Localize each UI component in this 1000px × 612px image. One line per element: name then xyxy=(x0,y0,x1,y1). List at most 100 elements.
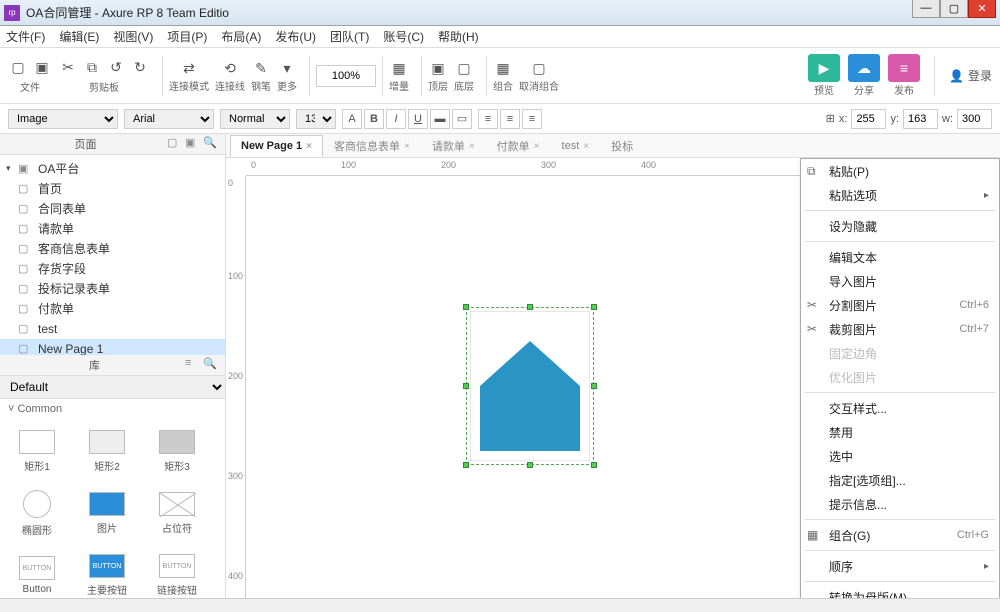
add-page-icon[interactable]: ▢ xyxy=(167,136,183,152)
library-grid: 矩形1 矩形2 矩形3 椭圆形 图片 占位符 BUTTONButton BUTT… xyxy=(0,419,225,598)
context-menu-item[interactable]: ✂分割图片Ctrl+6 xyxy=(801,293,999,317)
menu-team[interactable]: 团队(T) xyxy=(330,28,369,45)
context-menu-item[interactable]: ▦组合(G)Ctrl+G xyxy=(801,523,999,547)
file-icon[interactable]: ▣ xyxy=(32,57,52,77)
border-button[interactable]: ▭ xyxy=(452,109,472,129)
context-menu-item[interactable]: 提示信息... xyxy=(801,492,999,516)
widget-type-select[interactable]: Image xyxy=(8,109,118,129)
lib-image[interactable]: 图片 xyxy=(74,485,140,543)
context-menu-item[interactable]: ✂裁剪图片Ctrl+7 xyxy=(801,317,999,341)
context-menu-item[interactable]: 转换为母版(M) xyxy=(801,585,999,598)
undo-icon[interactable]: ↺ xyxy=(106,57,126,77)
lib-rect3[interactable]: 矩形3 xyxy=(144,423,210,481)
tree-item[interactable]: ▢合同表单 xyxy=(0,199,225,219)
tab[interactable]: test× xyxy=(551,135,601,157)
menu-help[interactable]: 帮助(H) xyxy=(438,28,479,45)
ungroup-icon[interactable]: ▢ xyxy=(529,58,549,78)
align-right-button[interactable]: ≡ xyxy=(522,109,542,129)
pages-panel-header: 页面 ▢ ▣ 🔍 xyxy=(0,134,225,155)
context-menu-item[interactable]: 指定[选项组]... xyxy=(801,468,999,492)
tab[interactable]: 客商信息表单× xyxy=(323,135,421,157)
tree-item[interactable]: ▢付款单 xyxy=(0,299,225,319)
share-button[interactable]: ☁ xyxy=(848,54,880,82)
selected-image-widget[interactable] xyxy=(470,311,590,461)
context-menu-item[interactable]: 交互样式... xyxy=(801,396,999,420)
context-menu-item[interactable]: 选中 xyxy=(801,444,999,468)
tree-item[interactable]: ▢客商信息表单 xyxy=(0,239,225,259)
y-input[interactable] xyxy=(903,109,938,129)
search-icon[interactable]: 🔍 xyxy=(203,136,219,152)
close-button[interactable]: ✕ xyxy=(968,0,996,18)
maximize-button[interactable]: ▢ xyxy=(940,0,968,18)
size-select[interactable]: 13 xyxy=(296,109,336,129)
minimize-button[interactable]: — xyxy=(912,0,940,18)
lib-ellipse[interactable]: 椭圆形 xyxy=(4,485,70,543)
menu-project[interactable]: 项目(P) xyxy=(167,28,207,45)
redo-icon[interactable]: ↻ xyxy=(130,57,150,77)
menu-file[interactable]: 文件(F) xyxy=(6,28,45,45)
context-menu-item[interactable]: 粘贴选项▸ xyxy=(801,183,999,207)
context-menu-item[interactable]: 顺序▸ xyxy=(801,554,999,578)
pen-icon[interactable]: ✎ xyxy=(251,58,271,78)
copy-icon[interactable]: ⧉ xyxy=(82,57,102,77)
context-menu-item[interactable]: 禁用 xyxy=(801,420,999,444)
cut-icon[interactable]: ✂ xyxy=(58,57,78,77)
weight-select[interactable]: Normal xyxy=(220,109,290,129)
menu-publish[interactable]: 发布(U) xyxy=(275,28,316,45)
library-select[interactable]: Default xyxy=(0,376,225,398)
back-icon[interactable]: ▢ xyxy=(454,58,474,78)
context-menu-item[interactable]: 设为隐藏 xyxy=(801,214,999,238)
lib-link-button[interactable]: BUTTON链接按钮 xyxy=(144,547,210,598)
tree-item[interactable]: ▢投标记录表单 xyxy=(0,279,225,299)
menu-edit[interactable]: 编辑(E) xyxy=(59,28,99,45)
underline-button[interactable]: U xyxy=(408,109,428,129)
connector-icon[interactable]: ⟲ xyxy=(220,58,240,78)
menu-view[interactable]: 视图(V) xyxy=(113,28,153,45)
x-input[interactable] xyxy=(851,109,886,129)
lib-menu-icon[interactable]: ≡ xyxy=(185,357,201,373)
login-button[interactable]: 👤登录 xyxy=(949,67,992,84)
lib-button[interactable]: BUTTONButton xyxy=(4,547,70,598)
color-button[interactable]: A xyxy=(342,109,362,129)
fill-button[interactable]: ▬ xyxy=(430,109,450,129)
font-select[interactable]: Arial xyxy=(124,109,214,129)
file-icon[interactable]: ▢ xyxy=(8,57,28,77)
publish-button[interactable]: ≡ xyxy=(888,54,920,82)
bold-button[interactable]: B xyxy=(364,109,384,129)
tab[interactable]: 付款单× xyxy=(486,135,551,157)
front-icon[interactable]: ▣ xyxy=(428,58,448,78)
context-menu-item[interactable]: 编辑文本 xyxy=(801,245,999,269)
close-icon[interactable]: × xyxy=(306,141,312,152)
align-center-button[interactable]: ≡ xyxy=(500,109,520,129)
tab[interactable]: 请款单× xyxy=(421,135,486,157)
menu-account[interactable]: 账号(C) xyxy=(383,28,424,45)
menu-layout[interactable]: 布局(A) xyxy=(221,28,261,45)
tree-item[interactable]: ▢存货字段 xyxy=(0,259,225,279)
increment-icon[interactable]: ▦ xyxy=(389,58,409,78)
lib-search-icon[interactable]: 🔍 xyxy=(203,357,219,373)
tree-root[interactable]: ▾▣OA平台 xyxy=(0,159,225,179)
add-folder-icon[interactable]: ▣ xyxy=(185,136,201,152)
context-menu-item[interactable]: 导入图片 xyxy=(801,269,999,293)
tree-item[interactable]: ▢请款单 xyxy=(0,219,225,239)
preview-button[interactable]: ▶ xyxy=(808,54,840,82)
group-icon[interactable]: ▦ xyxy=(493,58,513,78)
ruler-icon[interactable]: ⊞ xyxy=(826,112,835,125)
tab[interactable]: 投标 xyxy=(600,135,644,157)
lib-section[interactable]: ˅ Common xyxy=(0,399,225,419)
w-input[interactable] xyxy=(957,109,992,129)
lib-primary-button[interactable]: BUTTON主要按钮 xyxy=(74,547,140,598)
lib-placeholder[interactable]: 占位符 xyxy=(144,485,210,543)
lib-rect2[interactable]: 矩形2 xyxy=(74,423,140,481)
zoom-input[interactable] xyxy=(316,65,376,87)
tree-item[interactable]: ▢首页 xyxy=(0,179,225,199)
align-left-button[interactable]: ≡ xyxy=(478,109,498,129)
tree-item[interactable]: ▢test xyxy=(0,319,225,339)
tab-active[interactable]: New Page 1× xyxy=(230,135,323,157)
connect-mode-icon[interactable]: ⇄ xyxy=(179,58,199,78)
lib-rect1[interactable]: 矩形1 xyxy=(4,423,70,481)
tree-item-selected[interactable]: ▢New Page 1 xyxy=(0,339,225,355)
italic-button[interactable]: I xyxy=(386,109,406,129)
more-icon[interactable]: ▾ xyxy=(277,58,297,78)
context-menu-item[interactable]: ⧉粘贴(P) xyxy=(801,159,999,183)
